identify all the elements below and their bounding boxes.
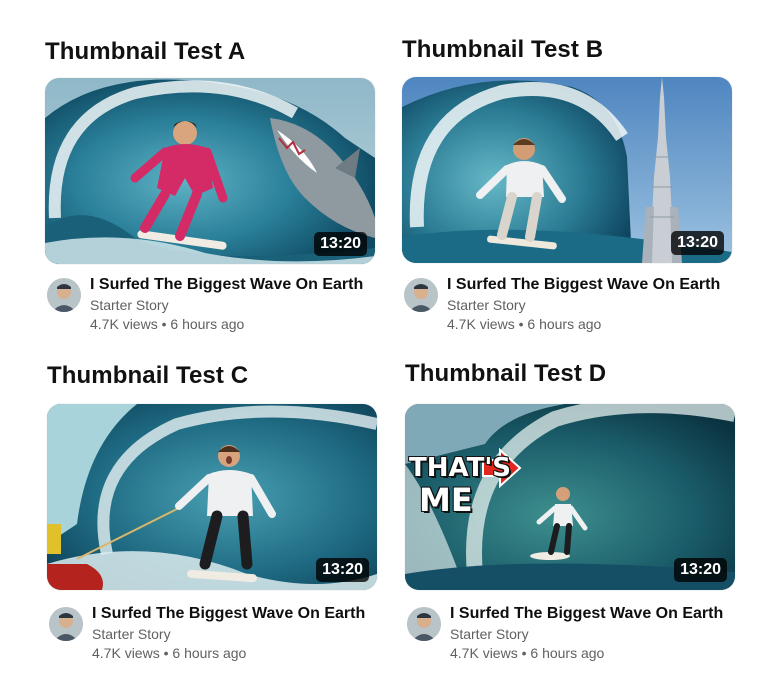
view-count: 4.7K views: [92, 645, 160, 661]
video-title[interactable]: I Surfed The Biggest Wave On Earth: [92, 605, 365, 623]
video-stats: 4.7K views • 6 hours ago: [92, 645, 246, 661]
overlay-line-2: ME: [419, 481, 473, 519]
separator-dot: •: [163, 645, 169, 661]
view-count: 4.7K views: [447, 316, 515, 332]
channel-name[interactable]: Starter Story: [447, 297, 526, 313]
overlay-caption: THAT'S ME: [409, 452, 511, 516]
upload-age: 6 hours ago: [530, 645, 605, 661]
thumbnail[interactable]: 13:20: [47, 404, 377, 590]
thumbnail[interactable]: 13:20: [45, 78, 375, 264]
upload-age: 6 hours ago: [172, 645, 247, 661]
video-title[interactable]: I Surfed The Biggest Wave On Earth: [450, 605, 723, 623]
duration-badge: 13:20: [671, 231, 724, 255]
card-heading: Thumbnail Test B: [402, 36, 604, 63]
video-meta: I Surfed The Biggest Wave On Earth Start…: [47, 605, 387, 665]
overlay-line-1: THAT'S: [409, 453, 512, 483]
thumbnail[interactable]: THAT'S ME 13:20: [405, 404, 735, 590]
channel-name[interactable]: Starter Story: [92, 626, 171, 642]
separator-dot: •: [521, 645, 527, 661]
video-stats: 4.7K views • 6 hours ago: [447, 316, 601, 332]
channel-avatar[interactable]: [47, 278, 81, 312]
channel-avatar[interactable]: [407, 607, 441, 641]
thumbnail[interactable]: 13:20: [402, 77, 732, 263]
card-heading: Thumbnail Test A: [45, 38, 246, 65]
channel-avatar[interactable]: [49, 607, 83, 641]
card-heading: Thumbnail Test D: [405, 360, 607, 387]
separator-dot: •: [518, 316, 524, 332]
video-meta: I Surfed The Biggest Wave On Earth Start…: [45, 276, 385, 336]
video-title[interactable]: I Surfed The Biggest Wave On Earth: [447, 276, 720, 294]
upload-age: 6 hours ago: [527, 316, 602, 332]
video-meta: I Surfed The Biggest Wave On Earth Start…: [402, 276, 742, 336]
video-stats: 4.7K views • 6 hours ago: [90, 316, 244, 332]
video-meta: I Surfed The Biggest Wave On Earth Start…: [405, 605, 745, 665]
duration-badge: 13:20: [674, 558, 727, 582]
duration-badge: 13:20: [314, 232, 367, 256]
upload-age: 6 hours ago: [170, 316, 245, 332]
channel-avatar[interactable]: [404, 278, 438, 312]
view-count: 4.7K views: [450, 645, 518, 661]
view-count: 4.7K views: [90, 316, 158, 332]
video-stats: 4.7K views • 6 hours ago: [450, 645, 604, 661]
channel-name[interactable]: Starter Story: [450, 626, 529, 642]
duration-badge: 13:20: [316, 558, 369, 582]
channel-name[interactable]: Starter Story: [90, 297, 169, 313]
card-heading: Thumbnail Test C: [47, 362, 249, 389]
separator-dot: •: [161, 316, 167, 332]
video-title[interactable]: I Surfed The Biggest Wave On Earth: [90, 276, 363, 294]
